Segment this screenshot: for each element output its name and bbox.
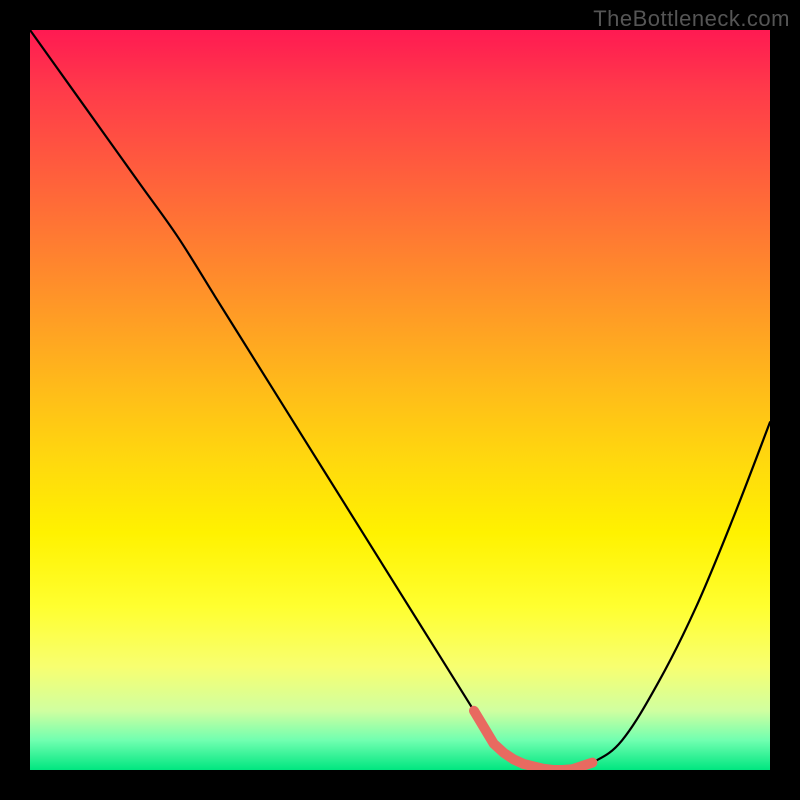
- plot-area: [30, 30, 770, 770]
- optimal-range-marker: [474, 711, 592, 770]
- watermark-text: TheBottleneck.com: [593, 6, 790, 32]
- bottleneck-curve: [30, 30, 770, 770]
- curve-svg: [30, 30, 770, 770]
- chart-title: [0, 0, 1, 1]
- chart-frame: TheBottleneck.com: [0, 0, 800, 800]
